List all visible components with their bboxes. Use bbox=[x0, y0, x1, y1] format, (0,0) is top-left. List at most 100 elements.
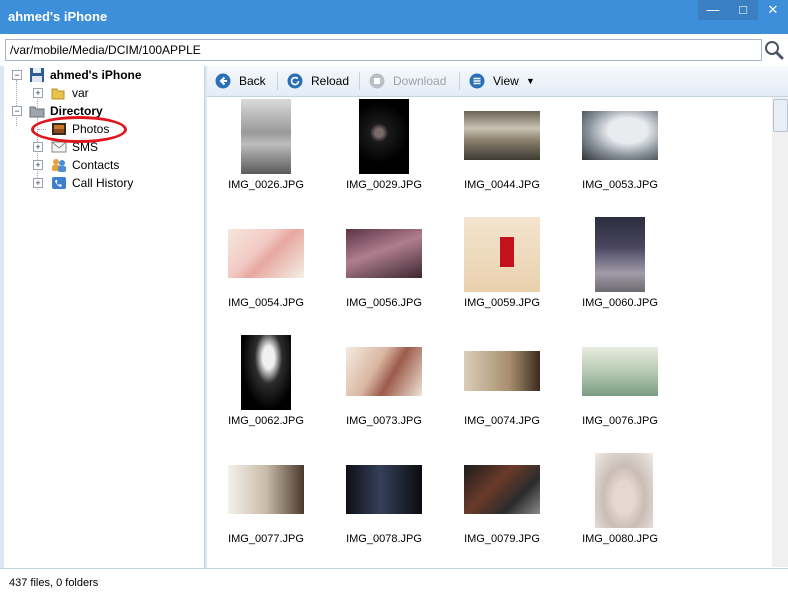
phone-icon bbox=[51, 175, 67, 191]
tree-label-directory: Directory bbox=[50, 104, 103, 118]
expand-icon[interactable]: + bbox=[33, 142, 43, 152]
file-thumbnail bbox=[346, 465, 422, 514]
collapse-icon[interactable]: − bbox=[12, 106, 22, 116]
file-name: IMG_0062.JPG bbox=[228, 415, 304, 427]
toolbar-divider bbox=[277, 72, 278, 90]
device-icon bbox=[29, 67, 45, 83]
toolbar: Back Reload Download View ▼ bbox=[207, 66, 788, 97]
file-item[interactable]: IMG_0079.JPG bbox=[443, 451, 561, 567]
sms-icon bbox=[51, 139, 67, 155]
file-item[interactable]: IMG_0073.JPG bbox=[325, 333, 443, 451]
file-item[interactable]: IMG_0080.JPG bbox=[561, 451, 679, 567]
tree-item-var[interactable]: + var bbox=[4, 84, 204, 102]
reload-button[interactable]: Reload bbox=[287, 72, 357, 90]
reload-icon bbox=[287, 73, 303, 89]
file-item[interactable]: IMG_0029.JPG bbox=[325, 97, 443, 215]
file-name: IMG_0056.JPG bbox=[346, 297, 422, 309]
status-text: 437 files, 0 folders bbox=[9, 577, 99, 589]
file-name: IMG_0054.JPG bbox=[228, 297, 304, 309]
file-thumbnail bbox=[595, 217, 645, 292]
file-thumbnail bbox=[346, 347, 422, 396]
file-thumbnail bbox=[346, 229, 422, 278]
file-item[interactable]: IMG_0062.JPG bbox=[207, 333, 325, 451]
photos-icon bbox=[51, 121, 67, 137]
close-button[interactable]: ✕ bbox=[758, 0, 788, 20]
collapse-icon[interactable]: − bbox=[12, 70, 22, 80]
file-name: IMG_0026.JPG bbox=[228, 179, 304, 191]
file-thumbnail bbox=[582, 347, 658, 396]
file-name: IMG_0060.JPG bbox=[582, 297, 658, 309]
file-name: IMG_0078.JPG bbox=[346, 533, 422, 545]
file-name: IMG_0029.JPG bbox=[346, 179, 422, 191]
file-name: IMG_0073.JPG bbox=[346, 415, 422, 427]
file-thumbnail bbox=[464, 111, 540, 160]
vertical-scrollbar[interactable] bbox=[772, 97, 788, 567]
view-label: View bbox=[493, 74, 519, 88]
download-button[interactable]: Download bbox=[369, 72, 453, 90]
reload-label: Reload bbox=[311, 74, 350, 88]
file-thumbnail bbox=[464, 465, 540, 514]
tree-item-photos[interactable]: Photos bbox=[4, 120, 204, 138]
contacts-icon bbox=[51, 157, 67, 173]
minimize-button[interactable]: — bbox=[698, 0, 728, 20]
file-item[interactable]: IMG_0060.JPG bbox=[561, 215, 679, 333]
file-item[interactable]: IMG_0054.JPG bbox=[207, 215, 325, 333]
folder-tree: − ahmed's iPhone + var − Directory Photo… bbox=[4, 66, 205, 568]
expand-icon[interactable]: + bbox=[33, 178, 43, 188]
file-item[interactable]: IMG_0059.JPG bbox=[443, 215, 561, 333]
status-bar: 437 files, 0 folders bbox=[0, 568, 788, 604]
expand-icon[interactable]: + bbox=[33, 88, 43, 98]
figure-shape bbox=[500, 237, 514, 267]
tree-item-call-history[interactable]: + Call History bbox=[4, 174, 204, 192]
file-item[interactable]: IMG_0053.JPG bbox=[561, 97, 679, 215]
tree-item-sms[interactable]: + SMS bbox=[4, 138, 204, 156]
back-button[interactable]: Back bbox=[215, 72, 275, 90]
folder-icon bbox=[29, 103, 45, 119]
toolbar-divider bbox=[459, 72, 460, 90]
window-title: ahmed's iPhone bbox=[8, 9, 108, 24]
download-label: Download bbox=[393, 74, 447, 88]
file-thumbnail bbox=[464, 351, 540, 391]
scroll-thumb[interactable] bbox=[773, 99, 788, 132]
file-thumbnail bbox=[228, 229, 304, 278]
file-thumbnail bbox=[582, 111, 658, 160]
tree-label-call-history: Call History bbox=[72, 176, 134, 190]
file-item[interactable]: IMG_0074.JPG bbox=[443, 333, 561, 451]
maximize-button[interactable]: □ bbox=[728, 0, 758, 20]
tree-label-var: var bbox=[72, 86, 89, 100]
back-label: Back bbox=[239, 74, 266, 88]
folder-icon bbox=[50, 85, 66, 101]
file-thumbnail bbox=[228, 465, 304, 514]
tree-label-photos: Photos bbox=[72, 122, 110, 136]
download-icon bbox=[369, 73, 385, 89]
file-name: IMG_0077.JPG bbox=[228, 533, 304, 545]
file-name: IMG_0074.JPG bbox=[464, 415, 540, 427]
file-item[interactable]: IMG_0044.JPG bbox=[443, 97, 561, 215]
back-arrow-icon bbox=[215, 73, 231, 89]
title-bar: ahmed's iPhone — □ ✕ bbox=[0, 0, 788, 34]
path-input[interactable]: /var/mobile/Media/DCIM/100APPLE bbox=[5, 39, 762, 61]
tree-item-device[interactable]: − ahmed's iPhone bbox=[4, 66, 204, 84]
tree-item-directory[interactable]: − Directory bbox=[4, 102, 204, 120]
chevron-down-icon: ▼ bbox=[526, 76, 535, 86]
file-name: IMG_0076.JPG bbox=[582, 415, 658, 427]
view-dropdown[interactable]: View ▼ bbox=[469, 72, 539, 90]
file-item[interactable]: IMG_0078.JPG bbox=[325, 451, 443, 567]
file-name: IMG_0044.JPG bbox=[464, 179, 540, 191]
file-item[interactable]: IMG_0056.JPG bbox=[325, 215, 443, 333]
thumbnail-grid: IMG_0026.JPG IMG_0029.JPG IMG_0044.JPG I… bbox=[207, 97, 772, 567]
file-item[interactable]: IMG_0076.JPG bbox=[561, 333, 679, 451]
file-thumbnail bbox=[595, 453, 653, 528]
tree-item-contacts[interactable]: + Contacts bbox=[4, 156, 204, 174]
file-item[interactable]: IMG_0026.JPG bbox=[207, 97, 325, 215]
expand-icon[interactable]: + bbox=[33, 160, 43, 170]
search-icon[interactable] bbox=[763, 39, 785, 61]
toolbar-divider bbox=[359, 72, 360, 90]
file-name: IMG_0080.JPG bbox=[582, 533, 658, 545]
file-name: IMG_0079.JPG bbox=[464, 533, 540, 545]
file-thumbnail bbox=[464, 217, 540, 292]
tree-label-sms: SMS bbox=[72, 140, 99, 154]
file-item[interactable]: IMG_0077.JPG bbox=[207, 451, 325, 567]
file-thumbnail bbox=[359, 99, 409, 174]
view-list-icon bbox=[469, 73, 485, 89]
